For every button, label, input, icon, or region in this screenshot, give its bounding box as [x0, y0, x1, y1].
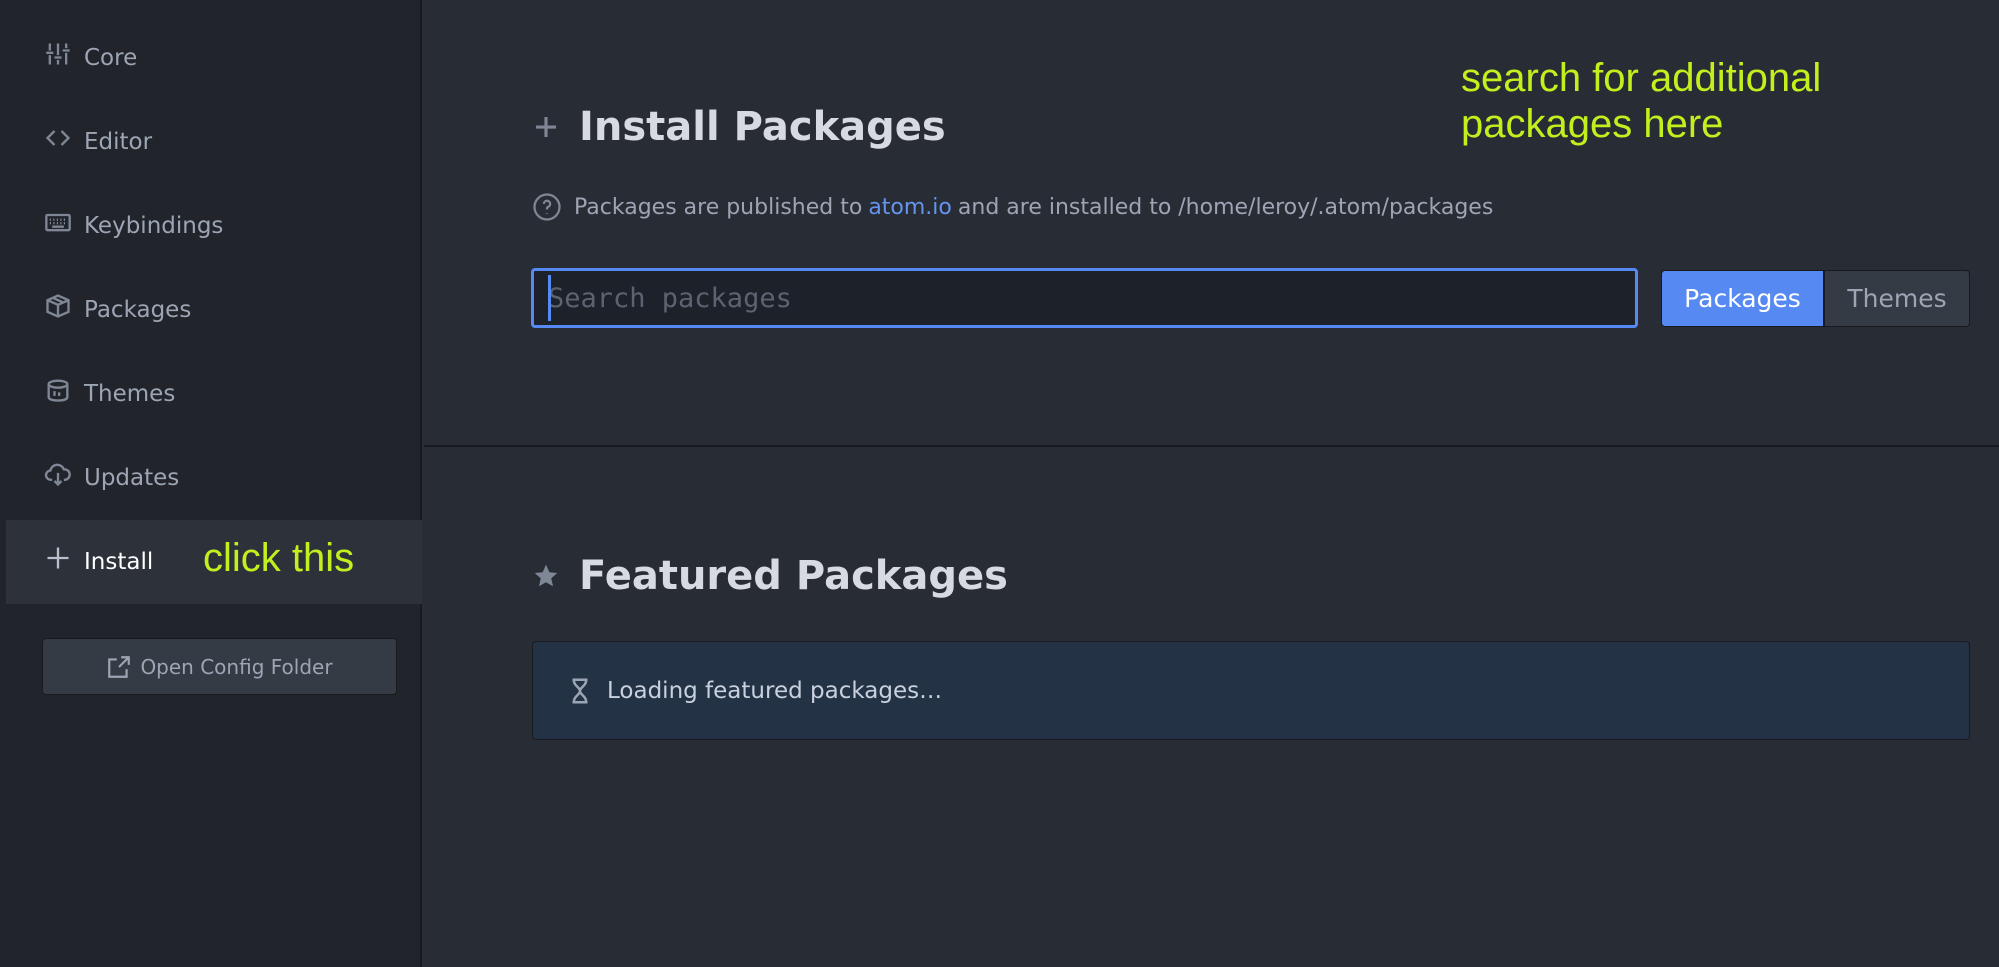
sidebar-item-themes[interactable]: Themes [6, 352, 422, 436]
themes-toggle-button[interactable]: Themes [1824, 270, 1970, 327]
install-info-line: Packages are published to atom.io and ar… [532, 192, 1493, 222]
text-caret [548, 275, 551, 321]
sidebar-item-editor[interactable]: Editor [6, 100, 422, 184]
featured-loading-panel: Loading featured packages… [532, 641, 1970, 740]
cloud-download-icon [42, 458, 74, 490]
hourglass-icon [572, 678, 588, 703]
code-icon [42, 122, 74, 154]
plus-icon [42, 542, 74, 574]
info-prefix: Packages are published to [574, 194, 863, 220]
featured-packages-heading: Featured Packages [531, 553, 1008, 599]
search-packages-field[interactable] [531, 268, 1638, 328]
packages-toggle-button[interactable]: Packages [1661, 270, 1824, 327]
link-external-icon [108, 655, 131, 678]
section-divider [424, 445, 1999, 447]
atom-io-link[interactable]: atom.io [868, 195, 952, 220]
sidebar-item-label: Themes [84, 381, 176, 407]
featured-packages-title: Featured Packages [579, 553, 1008, 599]
install-packages-title: Install Packages [579, 104, 946, 150]
open-config-folder-button[interactable]: Open Config Folder [42, 638, 397, 695]
settings-main-panel: Install Packages Packages are published … [424, 0, 1999, 967]
sidebar-item-packages[interactable]: Packages [6, 268, 422, 352]
package-icon [42, 290, 74, 322]
sidebar-item-label: Updates [84, 465, 180, 491]
info-suffix: and are installed to /home/leroy/.atom/p… [957, 194, 1494, 220]
install-packages-heading: Install Packages [531, 104, 946, 150]
sidebar-item-core[interactable]: Core [6, 16, 422, 100]
annotation-search-line1: search for additional [1461, 56, 1822, 100]
sidebar-item-updates[interactable]: Updates [6, 436, 422, 520]
loading-text: Loading featured packages… [607, 677, 943, 704]
settings-window: Core Editor Keybindings Packages Themes [0, 0, 1999, 967]
plus-icon [536, 117, 556, 137]
annotation-search-line2: packages here [1461, 102, 1724, 146]
sidebar-item-label: Core [84, 45, 138, 71]
question-icon [533, 193, 561, 221]
annotation-search-hint: search for additional packages here [1461, 55, 1881, 147]
sidebar-item-label: Packages [84, 297, 192, 323]
sidebar-item-label: Editor [84, 129, 153, 155]
open-config-folder-label: Open Config Folder [140, 654, 333, 679]
star-icon [534, 564, 558, 587]
search-input[interactable] [548, 271, 1635, 325]
annotation-click-hint: click this [203, 536, 355, 580]
keyboard-icon [42, 206, 74, 238]
sidebar-item-label: Keybindings [84, 213, 224, 239]
sliders-icon [42, 38, 74, 70]
settings-sidebar: Core Editor Keybindings Packages Themes [6, 0, 422, 967]
paintcan-icon [42, 374, 74, 406]
sidebar-item-keybindings[interactable]: Keybindings [6, 184, 422, 268]
sidebar-item-label: Install [84, 549, 154, 575]
